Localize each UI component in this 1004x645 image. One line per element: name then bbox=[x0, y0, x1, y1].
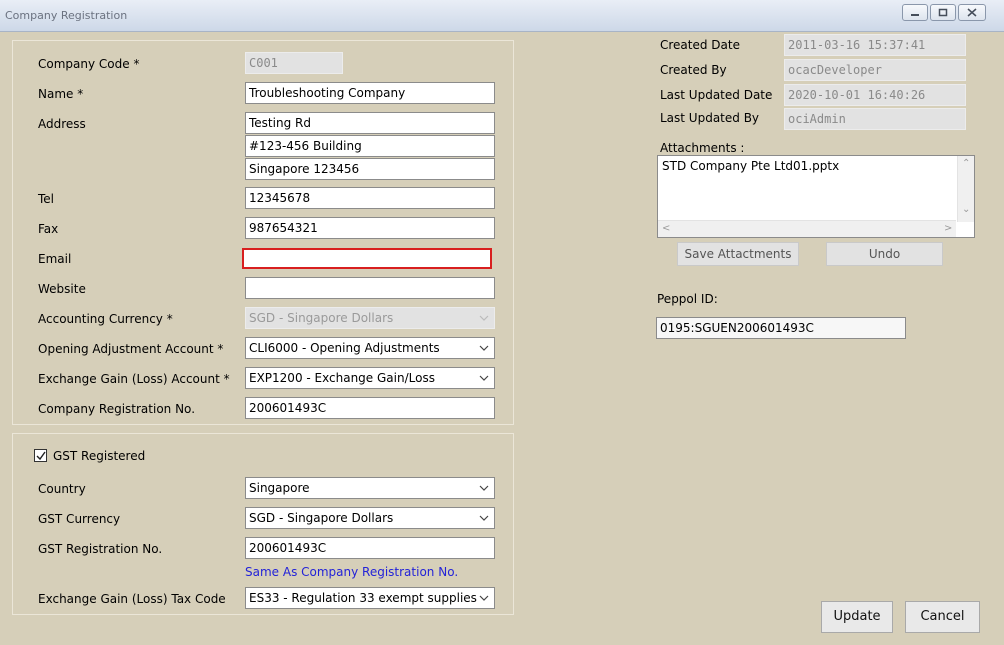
scroll-left-icon[interactable]: < bbox=[662, 223, 670, 234]
opening-adjustment-value: CLI6000 - Opening Adjustments bbox=[249, 341, 440, 355]
chevron-down-icon bbox=[478, 592, 490, 604]
address-line2-field[interactable]: #123-456 Building bbox=[245, 135, 495, 157]
opening-adjustment-select[interactable]: CLI6000 - Opening Adjustments bbox=[245, 337, 495, 359]
address-line1-field[interactable]: Testing Rd bbox=[245, 112, 495, 134]
window-title: Company Registration bbox=[5, 9, 128, 22]
name-label: Name * bbox=[38, 87, 84, 101]
email-field[interactable] bbox=[242, 248, 492, 269]
attachments-label: Attachments : bbox=[660, 141, 745, 155]
window-controls bbox=[902, 4, 986, 21]
company-registration-label: Company Registration No. bbox=[38, 402, 196, 416]
last-updated-by-label: Last Updated By bbox=[660, 111, 760, 125]
gst-registration-field[interactable]: 200601493C bbox=[245, 537, 495, 559]
chevron-down-icon bbox=[478, 482, 490, 494]
company-registration-field[interactable]: 200601493C bbox=[245, 397, 495, 419]
email-label: Email bbox=[38, 252, 72, 266]
created-date-field: 2011-03-16 15:37:41 bbox=[784, 34, 966, 56]
chevron-down-icon bbox=[478, 372, 490, 384]
last-updated-date-field: 2020-10-01 16:40:26 bbox=[784, 84, 966, 106]
save-attachments-button[interactable]: Save Attactments bbox=[677, 242, 799, 266]
gst-registered-checkbox[interactable] bbox=[34, 449, 47, 462]
checkmark-icon bbox=[36, 451, 46, 461]
accounting-currency-label: Accounting Currency * bbox=[38, 312, 173, 326]
attachments-list[interactable]: STD Company Pte Ltd01.pptx ⌃ ⌄ < > bbox=[657, 155, 975, 238]
company-code-label: Company Code * bbox=[38, 57, 140, 71]
accounting-currency-value: SGD - Singapore Dollars bbox=[249, 311, 394, 325]
gst-registration-label: GST Registration No. bbox=[38, 542, 163, 556]
form-frame: Company Code * C001 Name * Troubleshooti… bbox=[8, 32, 994, 640]
created-by-label: Created By bbox=[660, 63, 727, 77]
horizontal-scrollbar[interactable]: < > bbox=[658, 220, 956, 237]
tax-code-select[interactable]: ES33 - Regulation 33 exempt supplies bbox=[245, 587, 495, 609]
update-button[interactable]: Update bbox=[821, 601, 893, 633]
undo-button[interactable]: Undo bbox=[826, 242, 943, 266]
minimize-icon[interactable] bbox=[902, 4, 928, 21]
same-as-company-registration-link[interactable]: Same As Company Registration No. bbox=[245, 565, 458, 579]
gst-registered-label: GST Registered bbox=[53, 449, 146, 463]
cancel-button[interactable]: Cancel bbox=[905, 601, 980, 633]
exchange-gain-select[interactable]: EXP1200 - Exchange Gain/Loss bbox=[245, 367, 495, 389]
website-label: Website bbox=[38, 282, 86, 296]
opening-adjustment-label: Opening Adjustment Account * bbox=[38, 342, 224, 356]
close-icon[interactable] bbox=[958, 4, 986, 21]
tax-code-value: ES33 - Regulation 33 exempt supplies bbox=[249, 591, 477, 605]
chevron-down-icon bbox=[478, 512, 490, 524]
country-label: Country bbox=[38, 482, 86, 496]
gst-currency-label: GST Currency bbox=[38, 512, 121, 526]
tel-label: Tel bbox=[38, 192, 55, 206]
gst-currency-value: SGD - Singapore Dollars bbox=[249, 511, 394, 525]
scroll-right-icon[interactable]: > bbox=[944, 223, 952, 234]
chevron-down-icon bbox=[478, 342, 490, 354]
name-field[interactable]: Troubleshooting Company bbox=[245, 82, 495, 104]
created-by-field: ocacDeveloper bbox=[784, 59, 966, 81]
fax-label: Fax bbox=[38, 222, 59, 236]
country-value: Singapore bbox=[249, 481, 310, 495]
scroll-up-icon[interactable]: ⌃ bbox=[962, 158, 970, 169]
peppol-field[interactable]: 0195:SGUEN200601493C bbox=[656, 317, 906, 339]
fax-field[interactable]: 987654321 bbox=[245, 217, 495, 239]
vertical-scrollbar[interactable]: ⌃ ⌄ bbox=[957, 156, 974, 222]
tax-code-label: Exchange Gain (Loss) Tax Code bbox=[38, 592, 226, 606]
last-updated-date-label: Last Updated Date bbox=[660, 88, 773, 102]
created-date-label: Created Date bbox=[660, 38, 740, 52]
exchange-gain-label: Exchange Gain (Loss) Account * bbox=[38, 372, 230, 386]
chevron-down-icon bbox=[478, 312, 490, 324]
maximize-icon[interactable] bbox=[930, 4, 956, 21]
list-item[interactable]: STD Company Pte Ltd01.pptx bbox=[662, 159, 839, 173]
peppol-label: Peppol ID: bbox=[657, 292, 718, 306]
website-field[interactable] bbox=[245, 277, 495, 299]
address-label: Address bbox=[38, 117, 86, 131]
accounting-currency-select: SGD - Singapore Dollars bbox=[245, 307, 495, 329]
country-select[interactable]: Singapore bbox=[245, 477, 495, 499]
company-code-field: C001 bbox=[245, 52, 343, 74]
tel-field[interactable]: 12345678 bbox=[245, 187, 495, 209]
exchange-gain-value: EXP1200 - Exchange Gain/Loss bbox=[249, 371, 435, 385]
address-line3-field[interactable]: Singapore 123456 bbox=[245, 158, 495, 180]
last-updated-by-field: ociAdmin bbox=[784, 108, 966, 130]
title-bar: Company Registration bbox=[0, 0, 1004, 32]
scroll-down-icon[interactable]: ⌄ bbox=[962, 204, 970, 215]
gst-currency-select[interactable]: SGD - Singapore Dollars bbox=[245, 507, 495, 529]
